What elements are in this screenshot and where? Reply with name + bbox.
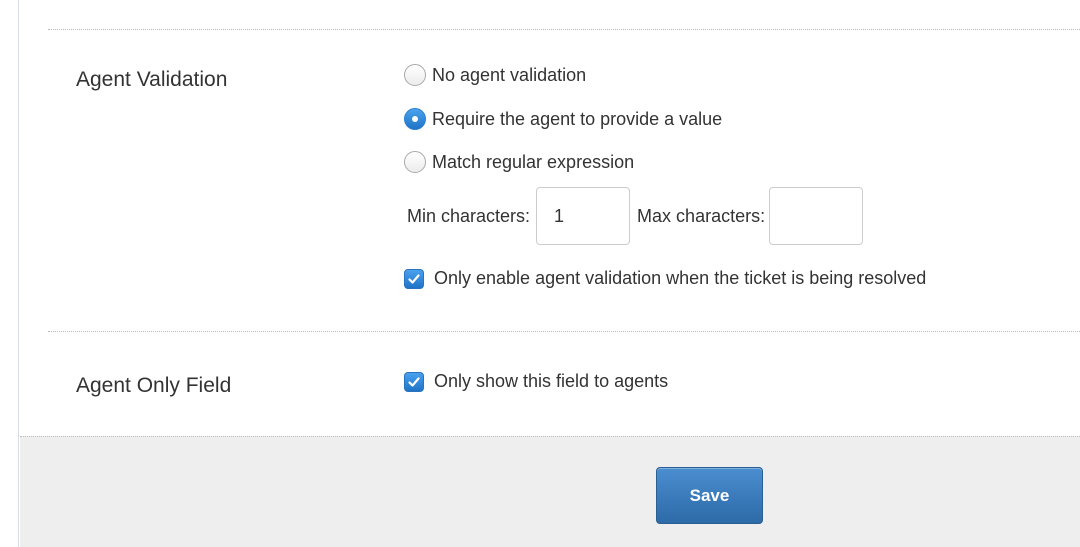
section-divider-top xyxy=(48,29,1080,30)
only-show-agents-label: Only show this field to agents xyxy=(434,371,669,391)
radio-no-validation[interactable]: No agent validation xyxy=(404,64,586,86)
radio-button-checked[interactable] xyxy=(404,108,426,130)
radio-button-unchecked[interactable] xyxy=(404,151,426,173)
radio-require-value[interactable]: Require the agent to provide a value xyxy=(404,108,722,130)
radio-no-validation-label: No agent validation xyxy=(432,64,587,85)
checkbox-only-when-resolved[interactable]: Only enable agent validation when the ti… xyxy=(404,268,926,289)
left-page-border xyxy=(0,0,19,547)
radio-require-value-label: Require the agent to provide a value xyxy=(432,108,723,129)
checkbox-checked[interactable] xyxy=(404,268,424,289)
form-footer: Save xyxy=(20,436,1080,547)
max-characters-input[interactable] xyxy=(769,187,864,245)
save-button[interactable]: Save xyxy=(656,467,763,524)
checkbox-only-show-agents[interactable]: Only show this field to agents xyxy=(404,371,668,392)
radio-match-regex[interactable]: Match regular expression xyxy=(404,151,634,173)
max-characters-label: Max characters: xyxy=(637,205,766,226)
character-limits-row: Min characters: Max characters: xyxy=(407,187,864,245)
only-when-resolved-label: Only enable agent validation when the ti… xyxy=(434,268,927,288)
section-divider-middle xyxy=(48,331,1080,332)
checkbox-checked[interactable] xyxy=(404,371,424,392)
min-characters-label: Min characters: xyxy=(407,205,531,226)
checkmark-icon xyxy=(408,376,420,387)
radio-button-unchecked[interactable] xyxy=(404,64,426,86)
checkmark-icon xyxy=(408,273,420,284)
agent-validation-label: Agent Validation xyxy=(76,68,228,91)
radio-match-regex-label: Match regular expression xyxy=(432,151,635,172)
agent-only-field-label: Agent Only Field xyxy=(76,374,232,397)
min-characters-input[interactable] xyxy=(536,187,631,245)
